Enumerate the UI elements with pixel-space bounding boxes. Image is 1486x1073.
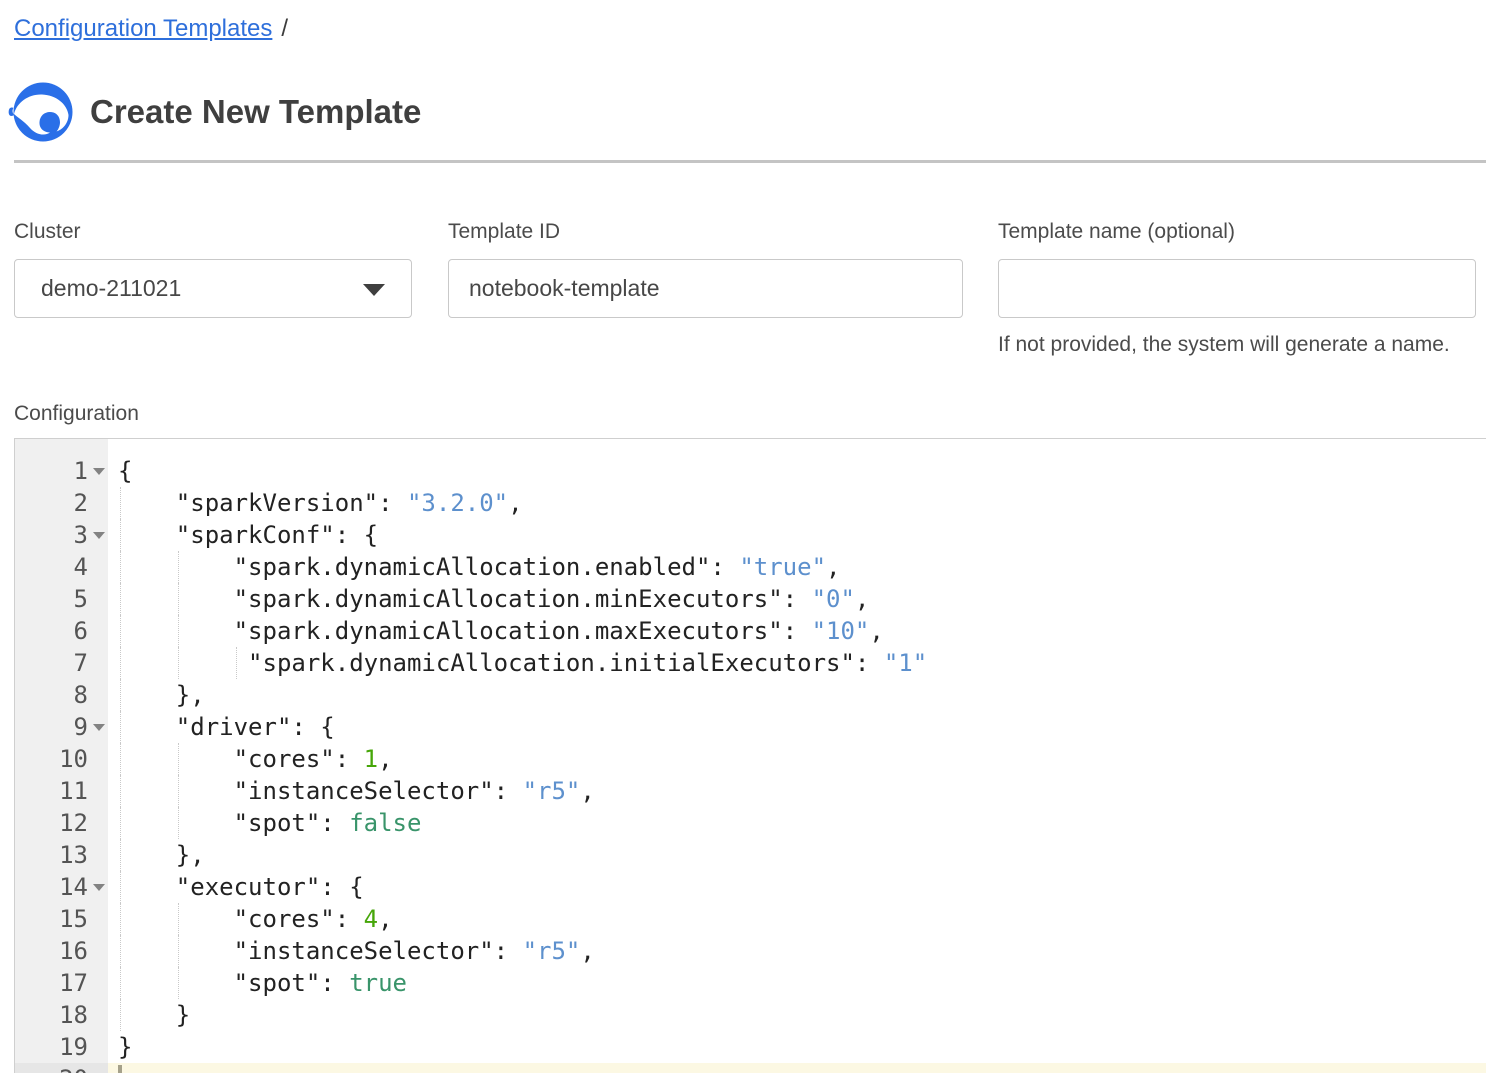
text-cursor bbox=[118, 1065, 122, 1073]
line-number: 14 bbox=[15, 871, 108, 903]
code-line[interactable]: }, bbox=[108, 839, 1486, 871]
page-title: Create New Template bbox=[90, 93, 421, 131]
template-name-helper-text: If not provided, the system will generat… bbox=[998, 333, 1476, 357]
template-id-field: Template ID bbox=[448, 220, 963, 318]
code-line[interactable]: "cores": 1, bbox=[108, 743, 1486, 775]
code-line[interactable]: "spot": false bbox=[108, 807, 1486, 839]
template-name-field: Template name (optional) If not provided… bbox=[998, 220, 1476, 357]
breadcrumb-separator: / bbox=[281, 15, 288, 42]
indent-guide bbox=[178, 807, 179, 839]
editor-content[interactable]: { "sparkVersion": "3.2.0", "sparkConf": … bbox=[108, 439, 1486, 1073]
code-line[interactable]: "executor": { bbox=[108, 871, 1486, 903]
configuration-code-editor[interactable]: 1234567891011121314151617181920 { "spark… bbox=[14, 438, 1486, 1073]
breadcrumb-link-configuration-templates[interactable]: Configuration Templates bbox=[14, 15, 272, 42]
cluster-label: Cluster bbox=[14, 220, 412, 242]
code-line[interactable]: "instanceSelector": "r5", bbox=[108, 935, 1486, 967]
code-line[interactable] bbox=[108, 1063, 1486, 1073]
indent-guide bbox=[178, 647, 179, 679]
line-number: 2 bbox=[15, 487, 108, 519]
cluster-select[interactable]: demo-211021 bbox=[14, 259, 412, 318]
line-number: 4 bbox=[15, 551, 108, 583]
indent-guide bbox=[178, 583, 179, 615]
indent-guide bbox=[178, 615, 179, 647]
indent-guide bbox=[120, 935, 121, 967]
line-number: 15 bbox=[15, 903, 108, 935]
code-line[interactable]: "spark.dynamicAllocation.initialExecutor… bbox=[108, 647, 1486, 679]
indent-guide bbox=[178, 743, 179, 775]
line-number: 7 bbox=[15, 647, 108, 679]
header-divider bbox=[14, 160, 1486, 163]
indent-guide bbox=[120, 743, 121, 775]
chevron-down-icon bbox=[363, 284, 385, 296]
configuration-label: Configuration bbox=[14, 402, 139, 426]
indent-guide bbox=[120, 583, 121, 615]
line-number: 1 bbox=[15, 455, 108, 487]
indent-guide bbox=[120, 967, 121, 999]
fold-arrow-icon[interactable] bbox=[93, 532, 105, 539]
line-number: 20 bbox=[15, 1063, 108, 1073]
template-id-input[interactable] bbox=[448, 259, 963, 318]
line-number: 13 bbox=[15, 839, 108, 871]
editor-gutter: 1234567891011121314151617181920 bbox=[15, 439, 108, 1073]
indent-guide bbox=[120, 551, 121, 583]
line-number: 10 bbox=[15, 743, 108, 775]
cluster-field: Cluster demo-211021 bbox=[14, 220, 412, 318]
line-number: 11 bbox=[15, 775, 108, 807]
template-id-label: Template ID bbox=[448, 220, 963, 242]
indent-guide bbox=[120, 615, 121, 647]
create-template-page: Configuration Templates / Create New Temp… bbox=[0, 0, 1486, 1073]
code-line[interactable]: }, bbox=[108, 679, 1486, 711]
fold-arrow-icon[interactable] bbox=[93, 468, 105, 475]
indent-guide bbox=[178, 903, 179, 935]
code-line[interactable]: "spark.dynamicAllocation.maxExecutors": … bbox=[108, 615, 1486, 647]
indent-guide bbox=[178, 967, 179, 999]
breadcrumb: Configuration Templates / bbox=[14, 15, 288, 43]
code-line[interactable]: "spot": true bbox=[108, 967, 1486, 999]
indent-guide bbox=[120, 711, 121, 743]
code-line[interactable]: { bbox=[108, 455, 1486, 487]
cluster-select-value: demo-211021 bbox=[41, 275, 181, 302]
ocean-wave-logo-icon bbox=[8, 81, 74, 143]
fold-arrow-icon[interactable] bbox=[93, 884, 105, 891]
line-number: 17 bbox=[15, 967, 108, 999]
fold-arrow-icon[interactable] bbox=[93, 724, 105, 731]
code-line[interactable]: "spark.dynamicAllocation.minExecutors": … bbox=[108, 583, 1486, 615]
template-name-input[interactable] bbox=[998, 259, 1476, 318]
indent-guide bbox=[120, 839, 121, 871]
code-line[interactable]: "instanceSelector": "r5", bbox=[108, 775, 1486, 807]
indent-guide bbox=[178, 935, 179, 967]
indent-guide bbox=[120, 775, 121, 807]
indent-guide bbox=[120, 807, 121, 839]
indent-guide bbox=[236, 647, 237, 679]
line-number: 6 bbox=[15, 615, 108, 647]
line-number: 12 bbox=[15, 807, 108, 839]
indent-guide bbox=[120, 871, 121, 903]
code-line[interactable]: "sparkVersion": "3.2.0", bbox=[108, 487, 1486, 519]
indent-guide bbox=[178, 775, 179, 807]
indent-guide bbox=[120, 903, 121, 935]
line-number: 19 bbox=[15, 1031, 108, 1063]
code-line[interactable]: "driver": { bbox=[108, 711, 1486, 743]
indent-guide bbox=[120, 999, 121, 1031]
line-number: 5 bbox=[15, 583, 108, 615]
indent-guide bbox=[178, 551, 179, 583]
line-number: 18 bbox=[15, 999, 108, 1031]
line-number: 8 bbox=[15, 679, 108, 711]
code-line[interactable]: "cores": 4, bbox=[108, 903, 1486, 935]
line-number: 16 bbox=[15, 935, 108, 967]
indent-guide bbox=[120, 647, 121, 679]
code-line[interactable]: "spark.dynamicAllocation.enabled": "true… bbox=[108, 551, 1486, 583]
line-number: 9 bbox=[15, 711, 108, 743]
indent-guide bbox=[120, 487, 121, 519]
indent-guide bbox=[120, 679, 121, 711]
code-line[interactable]: "sparkConf": { bbox=[108, 519, 1486, 551]
indent-guide bbox=[120, 519, 121, 551]
template-name-label: Template name (optional) bbox=[998, 220, 1476, 242]
code-line[interactable]: } bbox=[108, 1031, 1486, 1063]
code-line[interactable]: } bbox=[108, 999, 1486, 1031]
line-number: 3 bbox=[15, 519, 108, 551]
